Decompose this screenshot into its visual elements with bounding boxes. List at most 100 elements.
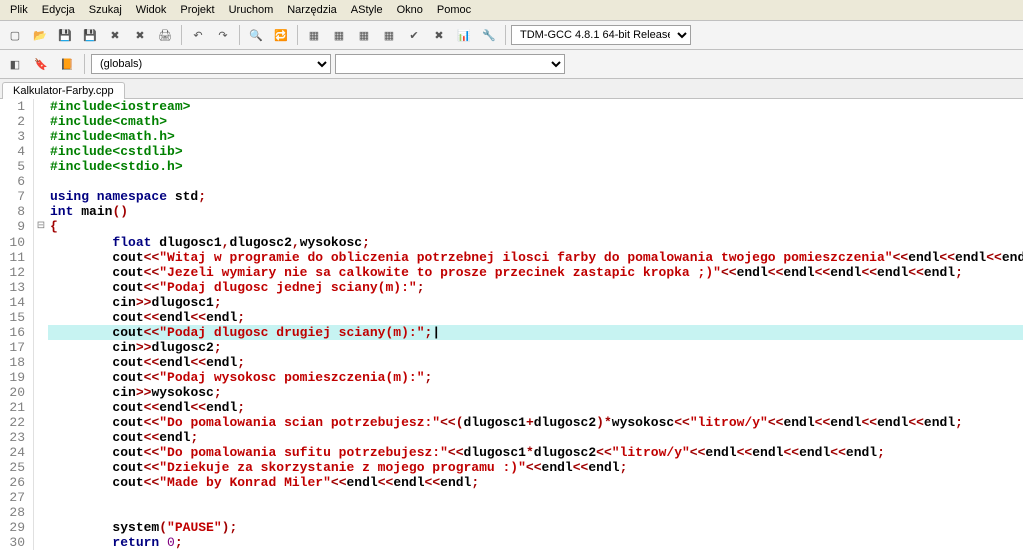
menu-pomoc[interactable]: Pomoc [431,2,477,18]
member-selector[interactable] [335,54,565,74]
code-content[interactable]: { [48,219,1023,235]
file-tab[interactable]: Kalkulator-Farby.cpp [2,82,125,99]
undo-button[interactable]: ↶ [187,24,209,46]
code-line[interactable]: 7using namespace std; [0,189,1023,204]
menu-projekt[interactable]: Projekt [174,2,220,18]
code-content[interactable]: cout<<endl<<endl; [48,355,1023,370]
menu-szukaj[interactable]: Szukaj [83,2,128,18]
stop-button[interactable]: ✖ [428,24,450,46]
compile-button[interactable]: ▦ [303,24,325,46]
code-line[interactable]: 13 cout<<"Podaj dlugosc jednej sciany(m)… [0,280,1023,295]
compile-run-button[interactable]: ▦ [353,24,375,46]
code-content[interactable] [48,174,1023,189]
code-content[interactable]: #include<math.h> [48,129,1023,144]
save-button[interactable]: 💾 [54,24,76,46]
menu-okno[interactable]: Okno [391,2,429,18]
code-line[interactable]: 28 [0,505,1023,520]
code-content[interactable]: #include<cstdlib> [48,144,1023,159]
tools-button[interactable]: 🔧 [478,24,500,46]
code-content[interactable]: #include<cmath> [48,114,1023,129]
code-content[interactable] [48,490,1023,505]
code-content[interactable]: cout<<"Do pomalowania scian potrzebujesz… [48,415,1023,430]
rebuild-button[interactable]: ▦ [378,24,400,46]
code-content[interactable]: cout<<"Made by Konrad Miler"<<endl<<endl… [48,475,1023,490]
replace-button[interactable]: 🔁 [270,24,292,46]
code-line[interactable]: 23 cout<<endl; [0,430,1023,445]
close-button[interactable]: ✖ [104,24,126,46]
line-number: 9 [0,219,34,235]
new-file-button[interactable]: ▢ [4,24,26,46]
compiler-selector[interactable]: TDM-GCC 4.8.1 64-bit Release [511,25,691,45]
code-line[interactable]: 29 system("PAUSE"); [0,520,1023,535]
profile-button[interactable]: 📊 [453,24,475,46]
code-line[interactable]: 19 cout<<"Podaj wysokosc pomieszczenia(m… [0,370,1023,385]
fold-gutter[interactable]: ⊟ [34,219,48,235]
code-content[interactable]: #include<stdio.h> [48,159,1023,174]
code-line[interactable]: 8int main() [0,204,1023,219]
code-line[interactable]: 21 cout<<endl<<endl; [0,400,1023,415]
code-line[interactable]: 9⊟{ [0,219,1023,235]
code-content[interactable]: system("PAUSE"); [48,520,1023,535]
goto-button[interactable]: 📙 [56,53,78,75]
code-line[interactable]: 25 cout<<"Dziekuje za skorzystanie z moj… [0,460,1023,475]
code-content[interactable]: cout<<endl<<endl; [48,310,1023,325]
code-line[interactable]: 14 cin>>dlugosc1; [0,295,1023,310]
code-content[interactable]: cin>>dlugosc1; [48,295,1023,310]
code-content[interactable]: return 0; [48,535,1023,550]
menu-astyle[interactable]: AStyle [345,2,389,18]
code-line[interactable]: 5#include<stdio.h> [0,159,1023,174]
code-line[interactable]: 6 [0,174,1023,189]
code-line[interactable]: 16 cout<<"Podaj dlugosc drugiej sciany(m… [0,325,1023,340]
code-line[interactable]: 1#include<iostream> [0,99,1023,114]
code-content[interactable]: int main() [48,204,1023,219]
code-content[interactable]: float dlugosc1,dlugosc2,wysokosc; [48,235,1023,250]
save-all-button[interactable]: 💾 [79,24,101,46]
debug-button[interactable]: ✔ [403,24,425,46]
open-button[interactable]: 📂 [29,24,51,46]
code-content[interactable]: cout<<"Podaj wysokosc pomieszczenia(m):"… [48,370,1023,385]
close-all-button[interactable]: ✖ [129,24,151,46]
menu-widok[interactable]: Widok [130,2,173,18]
code-line[interactable]: 11 cout<<"Witaj w programie do obliczeni… [0,250,1023,265]
code-line[interactable]: 17 cin>>dlugosc2; [0,340,1023,355]
new-project-button[interactable]: ◧ [4,53,26,75]
code-content[interactable]: cout<<"Jezeli wymiary nie sa calkowite t… [48,265,1023,280]
print-button[interactable]: 🖨 [154,24,176,46]
code-line[interactable]: 15 cout<<endl<<endl; [0,310,1023,325]
bookmark-button[interactable]: 🔖 [30,53,52,75]
code-content[interactable]: using namespace std; [48,189,1023,204]
code-content[interactable]: cin>>wysokosc; [48,385,1023,400]
code-line[interactable]: 2#include<cmath> [0,114,1023,129]
code-content[interactable]: cout<<endl; [48,430,1023,445]
code-content[interactable]: cout<<endl<<endl; [48,400,1023,415]
code-line[interactable]: 4#include<cstdlib> [0,144,1023,159]
redo-button[interactable]: ↷ [212,24,234,46]
menu-edycja[interactable]: Edycja [36,2,81,18]
code-line[interactable]: 20 cin>>wysokosc; [0,385,1023,400]
code-content[interactable]: cin>>dlugosc2; [48,340,1023,355]
code-content[interactable]: cout<<"Dziekuje za skorzystanie z mojego… [48,460,1023,475]
code-line[interactable]: 30 return 0; [0,535,1023,550]
code-content[interactable]: #include<iostream> [48,99,1023,114]
code-line[interactable]: 22 cout<<"Do pomalowania scian potrzebuj… [0,415,1023,430]
scope-selector[interactable]: (globals) [91,54,331,74]
code-line[interactable]: 27 [0,490,1023,505]
code-content[interactable]: cout<<"Do pomalowania sufitu potrzebujes… [48,445,1023,460]
code-line[interactable]: 24 cout<<"Do pomalowania sufitu potrzebu… [0,445,1023,460]
menu-uruchom[interactable]: Uruchom [223,2,280,18]
code-editor[interactable]: 1#include<iostream>2#include<cmath>3#inc… [0,99,1023,554]
code-line[interactable]: 10 float dlugosc1,dlugosc2,wysokosc; [0,235,1023,250]
code-line[interactable]: 12 cout<<"Jezeli wymiary nie sa calkowit… [0,265,1023,280]
code-content[interactable] [48,505,1023,520]
code-content[interactable]: cout<<"Podaj dlugosc jednej sciany(m):"; [48,280,1023,295]
menu-narzędzia[interactable]: Narzędzia [281,2,343,18]
menu-plik[interactable]: Plik [4,2,34,18]
run-button[interactable]: ▦ [328,24,350,46]
code-line[interactable]: 3#include<math.h> [0,129,1023,144]
code-line[interactable]: 18 cout<<endl<<endl; [0,355,1023,370]
find-button[interactable]: 🔍 [245,24,267,46]
code-content[interactable]: cout<<"Witaj w programie do obliczenia p… [48,250,1023,265]
code-line[interactable]: 26 cout<<"Made by Konrad Miler"<<endl<<e… [0,475,1023,490]
fold-gutter [34,490,48,505]
code-content[interactable]: cout<<"Podaj dlugosc drugiej sciany(m):"… [48,325,1023,340]
